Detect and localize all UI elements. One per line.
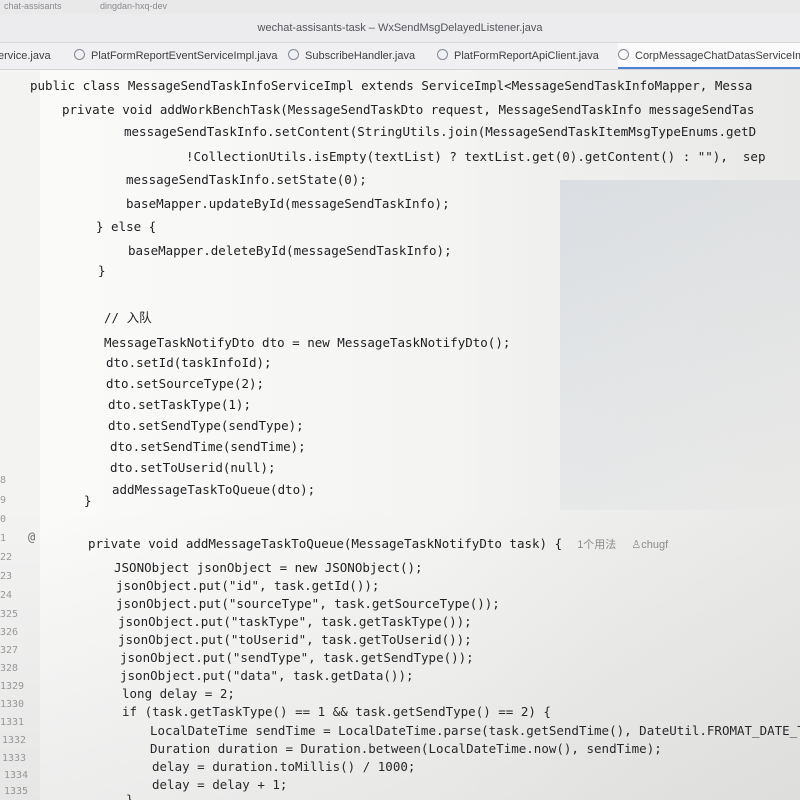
- line-number: 1: [0, 533, 7, 544]
- line-number: 22: [0, 552, 13, 563]
- code-line[interactable]: addMessageTaskToQueue(dto);: [112, 482, 315, 497]
- code-line[interactable]: JSONObject jsonObject = new JSONObject()…: [114, 560, 423, 575]
- code-line[interactable]: dto.setTaskType(1);: [108, 397, 251, 412]
- code-line[interactable]: MessageTaskNotifyDto dto = new MessageTa…: [104, 335, 510, 350]
- code-line[interactable]: jsonObject.put("toUserid", task.getToUse…: [118, 632, 472, 647]
- line-number: 1332: [2, 735, 27, 746]
- line-number: 23: [0, 571, 13, 582]
- sticky-class-line[interactable]: public class MessageSendTaskInfoServiceI…: [30, 78, 752, 93]
- line-number: 1334: [4, 770, 29, 781]
- sticky-method-line[interactable]: private void addWorkBenchTask(MessageSen…: [62, 102, 754, 117]
- line-number: 8: [0, 475, 7, 486]
- code-line[interactable]: jsonObject.put("data", task.getData());: [120, 668, 414, 683]
- line-number: 327: [0, 645, 19, 656]
- code-line[interactable]: baseMapper.deleteById(messageSendTaskInf…: [128, 243, 452, 258]
- code-line[interactable]: }: [98, 263, 106, 278]
- code-line[interactable]: long delay = 2;: [122, 686, 235, 701]
- code-line[interactable]: }: [84, 493, 92, 508]
- java-class-icon: [618, 49, 629, 60]
- editor-tabs: ervice.java PlatFormReportEventServiceIm…: [0, 43, 800, 70]
- code-line[interactable]: dto.setSendType(sendType);: [108, 418, 304, 433]
- tab-platform-report-event[interactable]: PlatFormReportEventServiceImpl.java: [74, 43, 277, 69]
- code-line[interactable]: jsonObject.put("sendType", task.getSendT…: [120, 650, 474, 665]
- code-line[interactable]: dto.setSourceType(2);: [106, 376, 264, 391]
- line-number: 326: [0, 627, 19, 638]
- line-number: 0: [0, 514, 7, 525]
- tab-service[interactable]: ervice.java: [0, 43, 51, 69]
- code-line[interactable]: delay = duration.toMillis() / 1000;: [152, 759, 415, 774]
- line-number: 1330: [0, 699, 25, 710]
- code-line[interactable]: dto.setId(taskInfoId);: [106, 355, 272, 370]
- project-tab-left[interactable]: chat-assisants: [4, 1, 62, 11]
- line-number: 1331: [0, 717, 25, 728]
- java-class-icon: [74, 49, 85, 60]
- line-number: 1329: [0, 681, 25, 692]
- tab-platform-report-api-client[interactable]: PlatFormReportApiClient.java: [437, 43, 599, 69]
- code-line[interactable]: !CollectionUtils.isEmpty(textList) ? tex…: [186, 149, 765, 164]
- tab-corp-message-chat[interactable]: CorpMessageChatDatasServiceIm: [618, 43, 800, 69]
- code-line[interactable]: jsonObject.put("sourceType", task.getSou…: [116, 596, 500, 611]
- code-line[interactable]: jsonObject.put("id", task.getId());: [116, 578, 379, 593]
- ide-window: chat-assisants dingdan-hxq-dev wechat-as…: [0, 0, 800, 800]
- project-tab-right[interactable]: dingdan-hxq-dev: [100, 1, 167, 11]
- code-line[interactable]: baseMapper.updateById(messageSendTaskInf…: [126, 196, 450, 211]
- code-line[interactable]: dto.setToUserid(null);: [110, 460, 276, 475]
- code-line[interactable]: messageSendTaskInfo.setState(0);: [126, 172, 367, 187]
- comment-line[interactable]: // 入队: [104, 307, 152, 326]
- java-class-icon: [437, 49, 448, 60]
- code-line[interactable]: LocalDateTime sendTime = LocalDateTime.p…: [150, 723, 800, 738]
- code-line[interactable]: }: [126, 792, 134, 800]
- line-number: 9: [0, 495, 7, 506]
- usage-hint[interactable]: 1个用法: [577, 539, 616, 551]
- java-class-icon: [288, 49, 299, 60]
- line-number: 325: [0, 609, 19, 620]
- code-line[interactable]: if (task.getTaskType() == 1 && task.getS…: [122, 704, 551, 719]
- line-number: 1333: [2, 753, 27, 764]
- code-line[interactable]: jsonObject.put("taskType", task.getTaskT…: [118, 614, 472, 629]
- code-editor[interactable]: 8 9 0 1 22 23 24 325 326 327 328 1329 13…: [0, 70, 800, 800]
- top-tab-strip: chat-assisants dingdan-hxq-dev: [0, 0, 800, 15]
- author-hint[interactable]: chugf: [641, 539, 668, 551]
- code-line[interactable]: } else {: [96, 219, 156, 234]
- method-declaration-line[interactable]: private void addMessageTaskToQueue(Messa…: [88, 536, 668, 552]
- override-gutter-icon[interactable]: @: [28, 530, 35, 544]
- code-line[interactable]: Duration duration = Duration.between(Loc…: [150, 741, 662, 756]
- code-line[interactable]: dto.setSendTime(sendTime);: [110, 439, 306, 454]
- line-number-gutter: 8 9 0 1 22 23 24 325 326 327 328 1329 13…: [0, 70, 40, 800]
- line-number: 1335: [4, 786, 29, 797]
- line-number: 24: [0, 590, 13, 601]
- tab-subscribe-handler[interactable]: SubscribeHandler.java: [288, 43, 415, 69]
- code-line[interactable]: messageSendTaskInfo.setContent(StringUti…: [124, 124, 756, 139]
- window-title: wechat-assisants-task – WxSendMsgDelayed…: [0, 14, 800, 43]
- author-icon: ♙: [631, 539, 642, 551]
- line-number: 328: [0, 663, 19, 674]
- code-line[interactable]: delay = delay + 1;: [152, 777, 287, 792]
